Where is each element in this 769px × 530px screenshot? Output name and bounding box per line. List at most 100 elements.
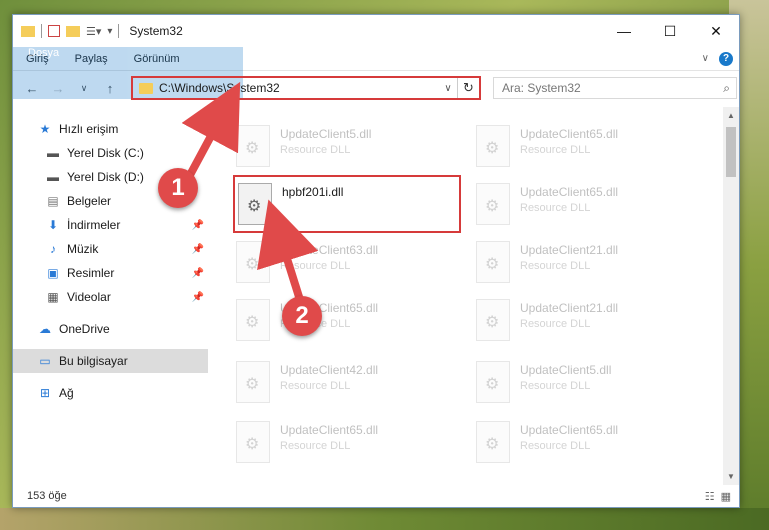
dll-file-icon bbox=[476, 299, 510, 341]
download-icon: ⬇ bbox=[47, 218, 59, 232]
address-bar[interactable]: C:\Windows\System32 ∨ ↻ bbox=[131, 76, 481, 100]
vertical-scrollbar[interactable]: ▲ ▼ bbox=[723, 107, 739, 485]
search-placeholder: Ara: System32 bbox=[502, 81, 581, 95]
desktop-background-bottom bbox=[0, 508, 769, 530]
file-type: Resource DLL bbox=[520, 260, 591, 272]
list-item[interactable]: UpdateClient65.dllResource DLL bbox=[476, 179, 706, 231]
list-item[interactable]: UpdateClient5.dll Resource DLL bbox=[236, 121, 466, 173]
scroll-thumb[interactable] bbox=[726, 127, 736, 177]
list-item[interactable]: UpdateClient65.dllResource DLL bbox=[236, 417, 466, 469]
sidebar-item-videos[interactable]: ▦ Videolar 📌 bbox=[13, 285, 208, 309]
sidebar-item-pictures[interactable]: ▣ Resimler 📌 bbox=[13, 261, 208, 285]
list-item[interactable]: UpdateClient21.dll Resource DLL bbox=[476, 295, 706, 347]
dll-file-icon bbox=[476, 125, 510, 167]
list-item[interactable]: UpdateClient21.dll Resource DLL bbox=[476, 237, 706, 289]
file-name: UpdateClient63.dll bbox=[280, 243, 379, 257]
sidebar-item-downloads[interactable]: ⬇ İndirmeler 📌 bbox=[13, 213, 208, 237]
pin-icon[interactable]: 📌 bbox=[192, 292, 204, 303]
folder-icon bbox=[139, 82, 153, 94]
search-input[interactable]: Ara: System32 ⌕ bbox=[493, 77, 737, 99]
status-bar: 153 öğe ☷ ▦ bbox=[13, 485, 739, 507]
sidebar-item-music[interactable]: ♪ Müzik 📌 bbox=[13, 237, 208, 261]
music-icon: ♪ bbox=[50, 242, 56, 256]
file-type: Resource DLL bbox=[280, 144, 351, 156]
sidebar-item-label: Yerel Disk (D:) bbox=[67, 170, 144, 184]
file-type: Resource DLL bbox=[520, 380, 591, 392]
file-name: UpdateClient65.dll bbox=[280, 423, 379, 437]
sidebar-item-quick-access[interactable]: ★ Hızlı erişim bbox=[13, 117, 208, 141]
title-bar: ☰▾ ▾ System32 — ☐ ✕ bbox=[13, 15, 739, 47]
dll-file-icon bbox=[236, 361, 270, 403]
file-type: Resource DLL bbox=[520, 144, 591, 156]
dll-file-icon bbox=[476, 183, 510, 225]
network-icon: ⊞ bbox=[39, 386, 51, 400]
computer-icon: ▭ bbox=[39, 354, 51, 368]
video-icon: ▦ bbox=[47, 290, 59, 304]
file-name: UpdateClient65.dll bbox=[520, 423, 619, 437]
search-icon: ⌕ bbox=[723, 80, 730, 95]
pin-icon[interactable]: 📌 bbox=[192, 244, 204, 255]
file-name: UpdateClient65.dll bbox=[520, 127, 619, 141]
list-item[interactable]: UpdateClient42.dll Resource DLL bbox=[236, 357, 466, 409]
sidebar-item-label: Hızlı erişim bbox=[59, 122, 119, 136]
address-path[interactable]: C:\Windows\System32 bbox=[159, 81, 439, 95]
chevron-down-icon[interactable]: ∨ bbox=[439, 83, 457, 94]
callout-step-2: 2 bbox=[282, 296, 322, 336]
sidebar-item-disk-c[interactable]: ▬ Yerel Disk (C:) bbox=[13, 141, 208, 165]
sidebar-item-network[interactable]: ⊞ Ağ bbox=[13, 381, 208, 405]
cloud-icon: ☁ bbox=[39, 322, 51, 336]
pictures-icon: ▣ bbox=[47, 266, 59, 280]
file-name: UpdateClient65.dll bbox=[520, 185, 619, 199]
customize-icon[interactable]: ▾ bbox=[107, 26, 112, 37]
dll-file-icon bbox=[236, 421, 270, 463]
explorer-window: ☰▾ ▾ System32 — ☐ ✕ Dosya Giriş Paylaş G… bbox=[12, 14, 740, 508]
pin-icon[interactable]: 📌 bbox=[192, 220, 204, 231]
drive-icon: ▬ bbox=[47, 170, 59, 184]
dll-file-icon bbox=[236, 299, 270, 341]
list-item[interactable]: UpdateClient5.dll Resource DLL bbox=[476, 357, 706, 409]
maximize-button[interactable]: ☐ bbox=[647, 15, 693, 47]
sidebar-item-label: Belgeler bbox=[67, 194, 112, 208]
sidebar-item-label: Videolar bbox=[67, 290, 111, 304]
view-icon[interactable]: ☰▾ bbox=[86, 25, 101, 38]
dll-file-icon bbox=[238, 183, 272, 225]
drive-icon: ▬ bbox=[47, 146, 59, 160]
sidebar-item-label: Resimler bbox=[67, 266, 115, 280]
scroll-down-icon[interactable]: ▼ bbox=[723, 472, 739, 481]
ribbon: Dosya Giriş Paylaş Görünüm ∨ ? bbox=[13, 47, 739, 99]
file-name: hpbf201i.dll bbox=[282, 185, 344, 199]
new-folder-icon[interactable] bbox=[66, 25, 80, 37]
help-icon[interactable]: ? bbox=[719, 51, 733, 66]
sidebar-item-this-pc[interactable]: ▭ Bu bilgisayar bbox=[13, 349, 208, 373]
sidebar-item-label: İndirmeler bbox=[67, 218, 121, 232]
list-item[interactable]: UpdateClient63.dll Resource DLL bbox=[236, 237, 466, 289]
minimize-button[interactable]: — bbox=[601, 15, 647, 47]
details-view-icon[interactable]: ☷ bbox=[705, 490, 715, 503]
refresh-icon[interactable]: ↻ bbox=[457, 78, 479, 98]
large-icons-view-icon[interactable]: ▦ bbox=[721, 490, 731, 503]
file-type: Resource DLL bbox=[280, 260, 351, 272]
file-type: Resource DLL bbox=[280, 380, 351, 392]
documents-icon: ▤ bbox=[47, 194, 59, 208]
sidebar-item-label: Müzik bbox=[67, 242, 99, 256]
file-list: UpdateClient5.dll Resource DLL UpdateClie… bbox=[208, 107, 723, 485]
expand-ribbon-icon[interactable]: ∨ bbox=[702, 53, 709, 64]
list-item[interactable]: UpdateClient65.dllResource DLL bbox=[476, 417, 706, 469]
scroll-up-icon[interactable]: ▲ bbox=[723, 111, 739, 120]
dll-file-icon bbox=[236, 241, 270, 283]
quick-access-toolbar: ☰▾ ▾ bbox=[21, 24, 120, 38]
properties-icon[interactable] bbox=[48, 25, 60, 37]
pin-icon[interactable]: 📌 bbox=[192, 268, 204, 279]
file-name: UpdateClient5.dll bbox=[520, 363, 612, 377]
separator bbox=[41, 24, 42, 38]
sidebar-item-label: OneDrive bbox=[59, 322, 110, 336]
navigation-pane: ★ Hızlı erişim ▬ Yerel Disk (C:) ▬ Yerel Di… bbox=[13, 107, 208, 485]
list-item[interactable]: UpdateClient65.dllResource DLL bbox=[236, 295, 466, 347]
dll-file-icon bbox=[476, 421, 510, 463]
close-button[interactable]: ✕ bbox=[693, 15, 739, 47]
sidebar-item-onedrive[interactable]: ☁ OneDrive bbox=[13, 317, 208, 341]
list-item[interactable]: UpdateClient65.dll Resource DLL bbox=[476, 121, 706, 173]
dll-file-icon bbox=[236, 125, 270, 167]
file-name: UpdateClient21.dll bbox=[520, 243, 619, 257]
list-item-selected[interactable]: hpbf201i.dll bbox=[238, 179, 468, 231]
